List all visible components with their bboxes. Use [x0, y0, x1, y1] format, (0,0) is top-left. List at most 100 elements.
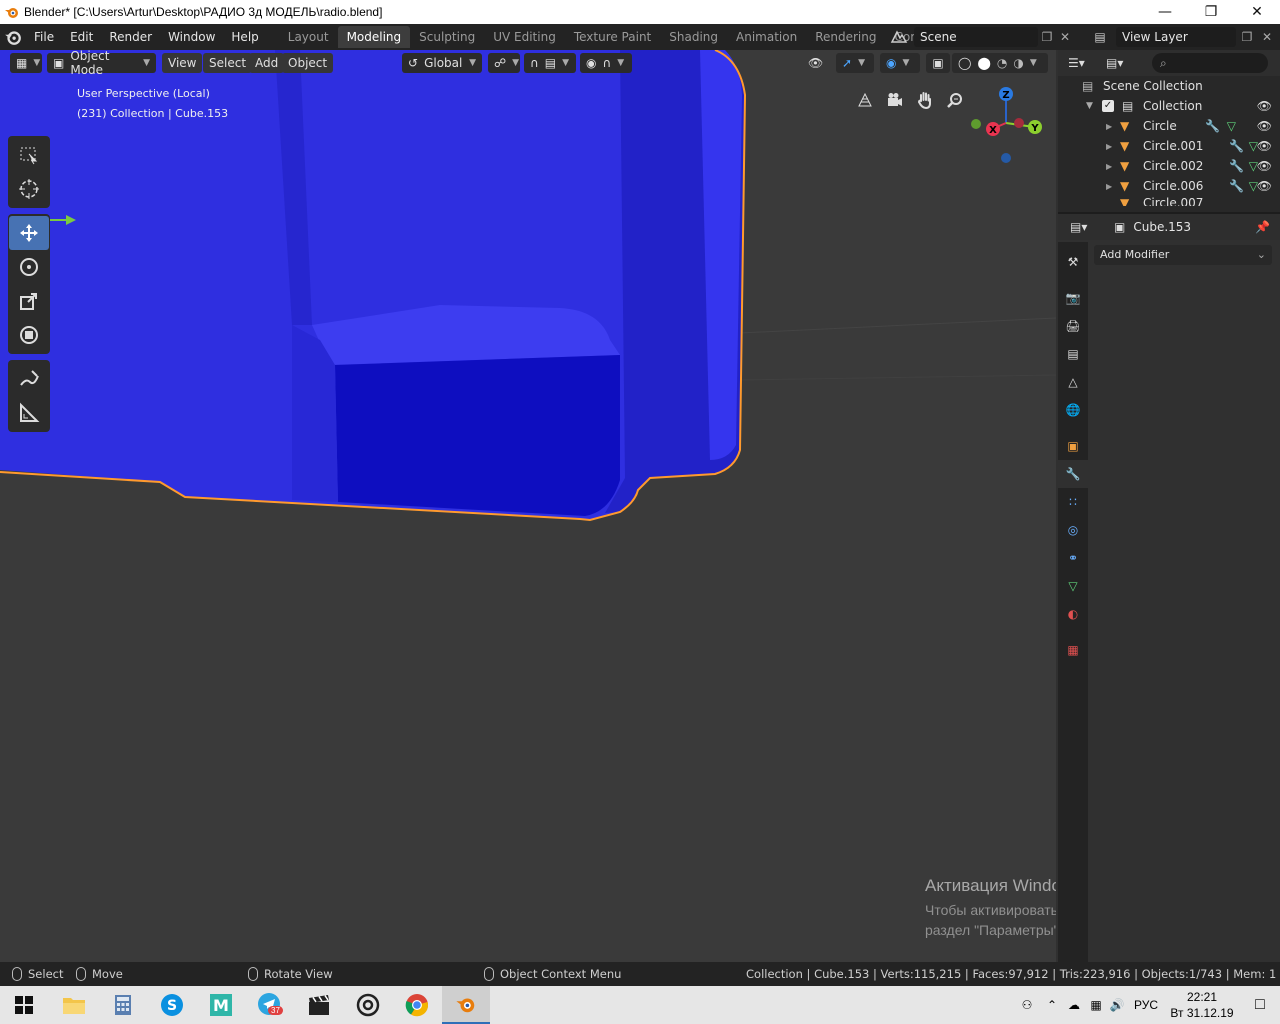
new-view-layer-icon[interactable]: ❐: [1236, 30, 1258, 44]
orientation-dropdown[interactable]: ↺ Global ▼: [402, 53, 482, 73]
particles-tab-icon[interactable]: ∷: [1058, 488, 1088, 516]
object-tab-icon[interactable]: ▣: [1058, 432, 1088, 460]
menu-render[interactable]: Render: [101, 30, 160, 44]
people-icon[interactable]: ⚇: [1012, 998, 1042, 1012]
tab-rendering[interactable]: Rendering: [806, 26, 885, 48]
constraints-tab-icon[interactable]: ⚭: [1058, 544, 1088, 572]
skype-taskbar[interactable]: S: [148, 986, 196, 1024]
remove-scene-icon[interactable]: ✕: [1056, 30, 1074, 44]
collection-eye-icon[interactable]: 👁: [1257, 99, 1272, 113]
tab-shading[interactable]: Shading: [660, 26, 727, 48]
3d-viewport[interactable]: ▦ ▼ ▣ Object Mode ▼ View Select Add Objec…: [0, 50, 1056, 962]
properties-editor-icon[interactable]: ▤▾: [1070, 220, 1102, 234]
world-tab-icon[interactable]: 🌐: [1058, 396, 1088, 424]
expand-arrow-icon[interactable]: ▶: [1106, 122, 1112, 131]
menu-window[interactable]: Window: [160, 30, 223, 44]
shading-modes[interactable]: ◯ ⬤ ◔ ◑ ▼: [952, 53, 1048, 73]
modifier-wrench-icon[interactable]: 🔧: [1229, 179, 1244, 193]
material-shading-icon[interactable]: ◔: [997, 56, 1007, 70]
outliner-editor-icon[interactable]: ☰▾: [1068, 56, 1100, 70]
expand-arrow-icon[interactable]: ▶: [1106, 162, 1112, 171]
mode-dropdown[interactable]: ▣ Object Mode ▼: [47, 50, 156, 77]
menu-object[interactable]: Object: [282, 53, 334, 73]
object-eye-icon[interactable]: 👁: [1257, 139, 1272, 153]
collapse-arrow-icon[interactable]: ▼: [1086, 101, 1093, 111]
scene-tab-icon[interactable]: △: [1058, 368, 1088, 396]
output-tab-icon[interactable]: 🖨: [1058, 312, 1088, 340]
tab-sculpting[interactable]: Sculpting: [410, 26, 484, 48]
view-layer-selector[interactable]: ▤ View Layer ❐ ✕: [1084, 26, 1280, 48]
telegram-taskbar[interactable]: 37: [246, 986, 294, 1024]
modifier-wrench-icon[interactable]: 🔧: [1229, 139, 1244, 153]
render-tab-icon[interactable]: 📷: [1058, 284, 1088, 312]
object-eye-icon[interactable]: 👁: [1257, 179, 1272, 193]
show-hidden-icons[interactable]: ⌃: [1042, 998, 1062, 1012]
expand-arrow-icon[interactable]: ▶: [1106, 182, 1112, 191]
scene-name[interactable]: Scene: [914, 27, 1038, 47]
solid-shading-icon[interactable]: ⬤: [977, 56, 990, 70]
gizmo-toggle[interactable]: ➚ ▼: [836, 53, 874, 73]
notifications-icon[interactable]: □: [1240, 996, 1280, 1014]
modifier-wrench-icon[interactable]: 🔧: [1229, 159, 1244, 173]
close-button[interactable]: ✕: [1234, 0, 1280, 24]
object-eye-icon[interactable]: 👁: [1257, 159, 1272, 173]
tab-uv-editing[interactable]: UV Editing: [484, 26, 565, 48]
view-layer-name[interactable]: View Layer: [1116, 27, 1236, 47]
blender-menu-icon[interactable]: [0, 28, 26, 46]
outliner-object-row[interactable]: ▶ ▼ Circle.006 🔧 ▽ 👁: [1058, 176, 1280, 196]
menu-add[interactable]: Add: [249, 53, 285, 73]
outliner-object-row[interactable]: ▶ ▼ Circle.001 🔧 ▽ 👁: [1058, 136, 1280, 156]
measure-tool[interactable]: [9, 396, 49, 430]
axis-gizmo[interactable]: Z X Y: [964, 83, 1054, 173]
camera-view-icon[interactable]: [882, 87, 908, 113]
transform-tool[interactable]: [9, 318, 49, 352]
tool-tab-icon[interactable]: ⚒: [1058, 248, 1088, 276]
pin-icon[interactable]: 📌: [1255, 220, 1270, 234]
outliner-object-row[interactable]: ▶ ▼ Circle 🔧 ▽ 👁: [1058, 116, 1280, 136]
expand-arrow-icon[interactable]: ▶: [1106, 142, 1112, 151]
tab-animation[interactable]: Animation: [727, 26, 806, 48]
axis-neg-x-icon[interactable]: [1014, 118, 1024, 128]
xray-toggle[interactable]: ▣: [926, 53, 950, 73]
rendered-shading-icon[interactable]: ◑: [1013, 56, 1023, 70]
outliner-object-row[interactable]: ▼ Circle.007: [1058, 196, 1280, 206]
wireframe-shading-icon[interactable]: ◯: [958, 56, 971, 70]
file-explorer-taskbar[interactable]: [50, 986, 98, 1024]
tab-texture-paint[interactable]: Texture Paint: [565, 26, 660, 48]
texture-tab-icon[interactable]: ▦: [1058, 636, 1088, 664]
menu-view[interactable]: View: [162, 53, 203, 73]
display-mode-icon[interactable]: ▤▾: [1106, 56, 1123, 70]
start-button[interactable]: [0, 986, 48, 1024]
axis-neg-z-icon[interactable]: [1001, 153, 1011, 163]
onedrive-icon[interactable]: ☁: [1062, 998, 1086, 1012]
minimize-button[interactable]: —: [1142, 0, 1188, 24]
cursor-tool[interactable]: [9, 172, 49, 206]
select-box-tool[interactable]: [9, 138, 49, 172]
pivot-dropdown[interactable]: ☍ ▼: [488, 53, 520, 73]
annotate-tool[interactable]: [9, 362, 49, 396]
new-scene-icon[interactable]: ❐: [1038, 30, 1056, 44]
maya-taskbar[interactable]: M: [197, 986, 245, 1024]
scale-tool[interactable]: [9, 284, 49, 318]
visibility-dropdown[interactable]: 👁: [802, 53, 832, 73]
chrome-taskbar[interactable]: [393, 986, 441, 1024]
physics-tab-icon[interactable]: ◎: [1058, 516, 1088, 544]
maximize-button[interactable]: ❐: [1188, 0, 1234, 24]
outliner-object-row[interactable]: ▶ ▼ Circle.002 🔧 ▽ 👁: [1058, 156, 1280, 176]
remove-view-layer-icon[interactable]: ✕: [1258, 30, 1276, 44]
add-modifier-dropdown[interactable]: Add Modifier ⌄: [1094, 245, 1272, 265]
scene-selector[interactable]: Scene ❐ ✕: [884, 26, 1074, 48]
collection-checkbox[interactable]: ✓: [1102, 100, 1114, 112]
object-eye-icon[interactable]: 👁: [1257, 119, 1272, 133]
calculator-taskbar[interactable]: [99, 986, 147, 1024]
rotate-tool[interactable]: [9, 250, 49, 284]
menu-file[interactable]: File: [26, 30, 62, 44]
menu-edit[interactable]: Edit: [62, 30, 101, 44]
editor-type-button[interactable]: ▦ ▼: [10, 53, 42, 73]
view-layer-tab-icon[interactable]: ▤: [1058, 340, 1088, 368]
pan-hand-icon[interactable]: [912, 87, 938, 113]
tab-modeling[interactable]: Modeling: [337, 26, 411, 48]
blender-taskbar[interactable]: [442, 986, 490, 1024]
proportional-edit[interactable]: ◉ ∩ ▼: [580, 53, 632, 73]
material-tab-icon[interactable]: ◐: [1058, 600, 1088, 628]
